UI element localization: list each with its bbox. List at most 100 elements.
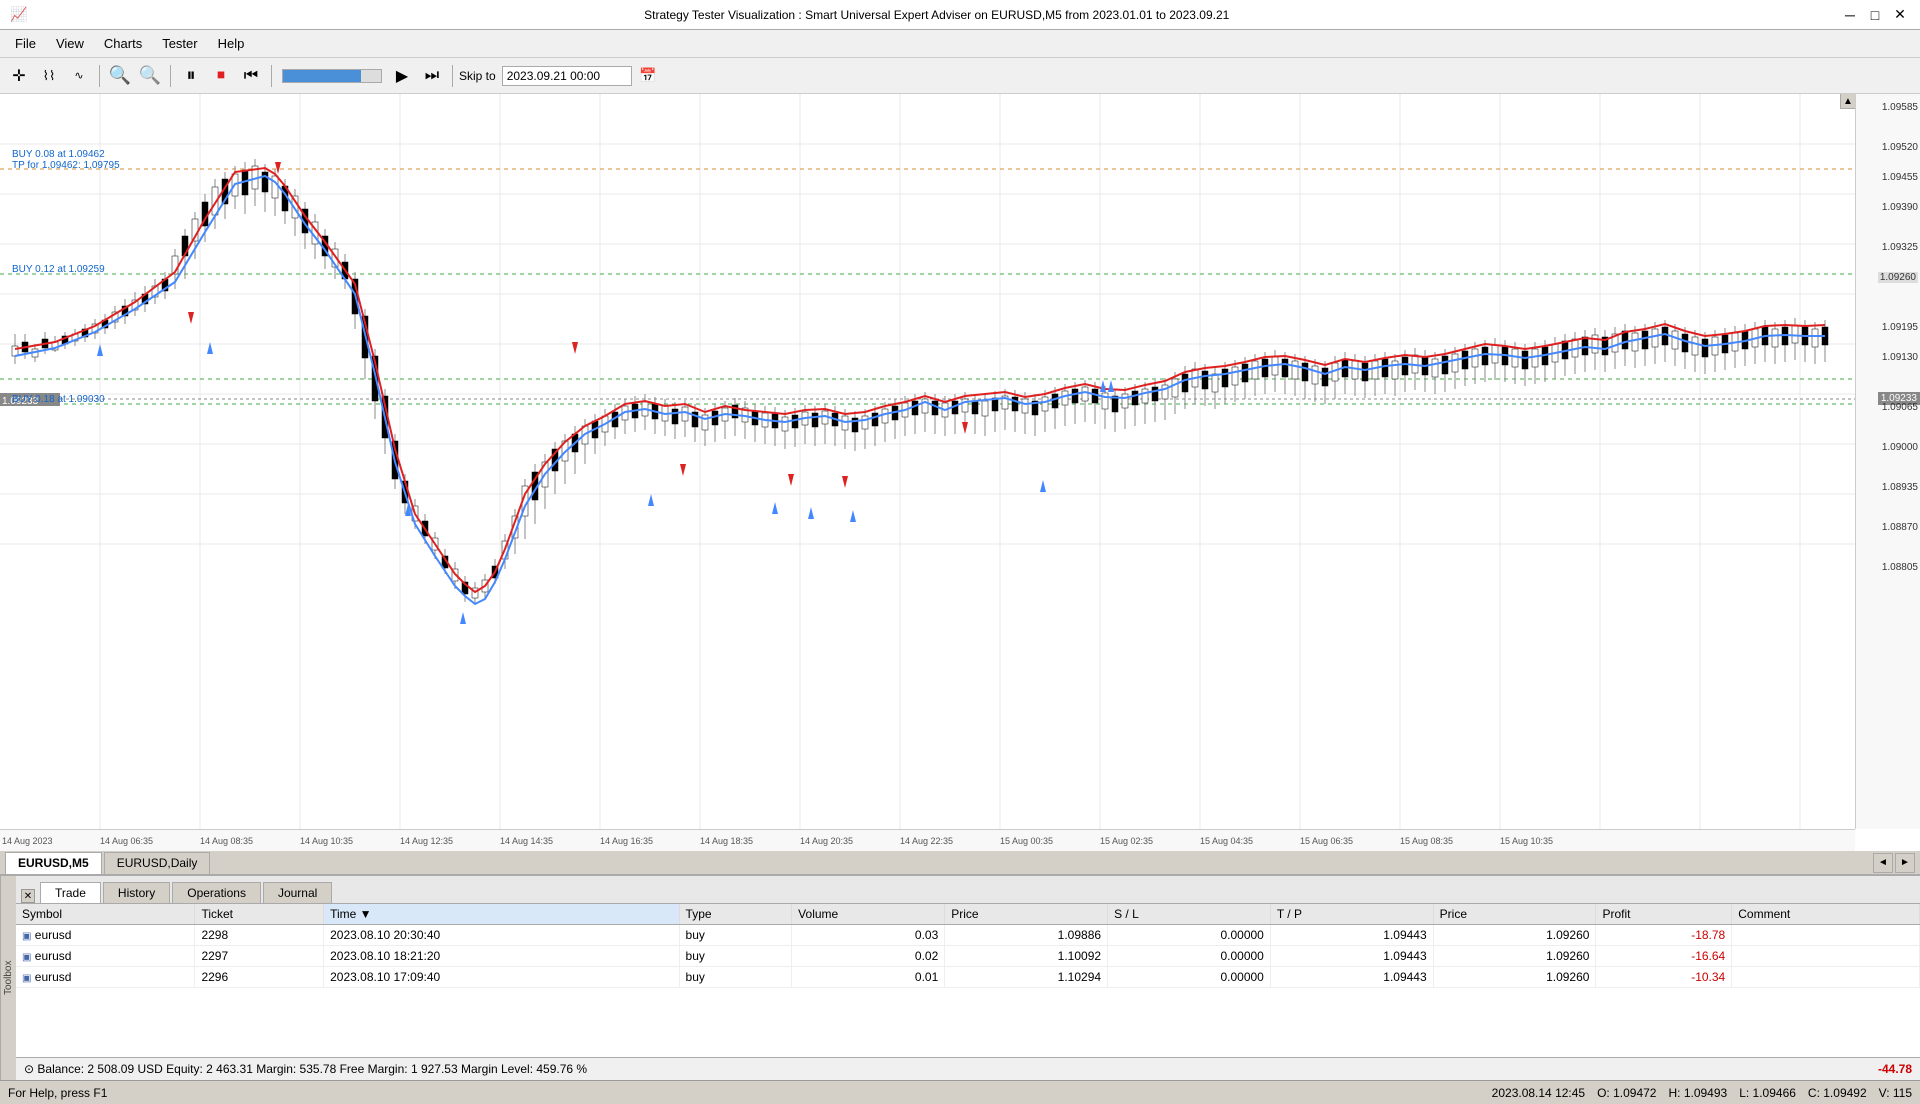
menu-charts[interactable]: Charts <box>94 32 152 55</box>
tab-journal[interactable]: Journal <box>263 882 332 903</box>
panel-close-button[interactable]: ✕ <box>21 889 35 903</box>
chart-tab-next[interactable]: ► <box>1895 853 1915 873</box>
cell-ticket: 2298 <box>195 925 324 946</box>
price-label: 1.09455 <box>1882 172 1918 183</box>
time-label: 14 Aug 18:35 <box>700 836 753 846</box>
time-label: 15 Aug 08:35 <box>1400 836 1453 846</box>
col-comment[interactable]: Comment <box>1732 904 1920 925</box>
col-price[interactable]: Price <box>945 904 1108 925</box>
cell-time: 2023.08.10 17:09:40 <box>324 967 679 988</box>
buy-label-1: BUY 0.08 at 1.09462 <box>12 149 105 160</box>
cell-sl: 0.00000 <box>1108 925 1271 946</box>
time-label: 14 Aug 14:35 <box>500 836 553 846</box>
menu-view[interactable]: View <box>46 32 94 55</box>
trades-table: Symbol Ticket Time ▼ Type Volume Price S… <box>16 904 1920 988</box>
toolbox-side-label[interactable]: Toolbox <box>0 876 16 1080</box>
tab-operations[interactable]: Operations <box>172 882 261 903</box>
tab-eurusd-m5[interactable]: EURUSD,M5 <box>5 852 102 874</box>
status-low: L: 1.09466 <box>1739 1086 1796 1100</box>
price-label: 1.09065 <box>1882 402 1918 413</box>
balance-profit: -44.78 <box>1878 1062 1912 1076</box>
balance-text: ⊙ Balance: 2 508.09 USD Equity: 2 463.31… <box>24 1062 587 1076</box>
cell-profit: -18.78 <box>1596 925 1732 946</box>
cell-time: 2023.08.10 20:30:40 <box>324 925 679 946</box>
row-icon: ▣ <box>22 973 31 984</box>
price-label: 1.09000 <box>1882 442 1918 453</box>
chart-tab-prev[interactable]: ◄ <box>1873 853 1893 873</box>
separator-1 <box>99 65 100 87</box>
col-ticket[interactable]: Ticket <box>195 904 324 925</box>
indicators-button[interactable]: ⌇⌇ <box>35 62 63 90</box>
col-profit[interactable]: Profit <box>1596 904 1732 925</box>
balance-row: ⊙ Balance: 2 508.09 USD Equity: 2 463.31… <box>16 1057 1920 1080</box>
col-tp[interactable]: T / P <box>1270 904 1433 925</box>
separator-4 <box>452 65 453 87</box>
skip-to-label: Skip to <box>459 69 496 83</box>
status-help-text: For Help, press F1 <box>8 1086 1492 1100</box>
table-row: ▣ eurusd 2296 2023.08.10 17:09:40 buy 0.… <box>16 967 1920 988</box>
calendar-button[interactable]: 📅 <box>634 62 662 90</box>
col-volume[interactable]: Volume <box>792 904 945 925</box>
stop-button[interactable]: ⏹ <box>207 62 235 90</box>
price-label: 1.09520 <box>1882 142 1918 153</box>
main-layout: 1.09233 BUY 0.08 at 1.09462 TP for 1.094… <box>0 94 1920 1080</box>
back-button[interactable]: ⏮ <box>237 62 265 90</box>
separator-2 <box>170 65 171 87</box>
time-label: 15 Aug 00:35 <box>1000 836 1053 846</box>
time-label: 14 Aug 06:35 <box>100 836 153 846</box>
menu-tester[interactable]: Tester <box>152 32 207 55</box>
time-label: 15 Aug 02:35 <box>1100 836 1153 846</box>
bottom-panel: Toolbox ✕ Trade History Operations Journ… <box>0 875 1920 1080</box>
cell-comment <box>1732 946 1920 967</box>
time-label: 14 Aug 08:35 <box>200 836 253 846</box>
price-label: 1.08870 <box>1882 522 1918 533</box>
time-label: 15 Aug 06:35 <box>1300 836 1353 846</box>
cell-type: buy <box>679 946 792 967</box>
maximize-button[interactable]: □ <box>1865 5 1885 25</box>
menu-bar: File View Charts Tester Help <box>0 30 1920 58</box>
tab-trade[interactable]: Trade <box>40 882 101 903</box>
pause-button[interactable]: ⏸ <box>177 62 205 90</box>
col-time[interactable]: Time ▼ <box>324 904 679 925</box>
menu-file[interactable]: File <box>5 32 46 55</box>
progress-bar <box>282 69 382 83</box>
cell-tp: 1.09443 <box>1270 967 1433 988</box>
time-label: 14 Aug 10:35 <box>300 836 353 846</box>
fast-forward-button[interactable]: ⏭ <box>418 62 446 90</box>
row-icon: ▣ <box>22 952 31 963</box>
zoom-in-button[interactable]: 🔍 <box>106 62 134 90</box>
cell-price: 1.09886 <box>945 925 1108 946</box>
tab-eurusd-daily[interactable]: EURUSD,Daily <box>104 852 211 874</box>
chart-scroll-up[interactable]: ▲ <box>1840 94 1855 109</box>
price-label: 1.09585 <box>1882 102 1918 113</box>
cell-close-price: 1.09260 <box>1433 946 1596 967</box>
time-label: 14 Aug 16:35 <box>600 836 653 846</box>
cell-volume: 0.01 <box>792 967 945 988</box>
price-label: 1.09325 <box>1882 242 1918 253</box>
period-separator-button[interactable]: ∿ <box>65 62 93 90</box>
chart-svg: 1.09233 BUY 0.08 at 1.09462 TP for 1.094… <box>0 94 1855 829</box>
chart-area[interactable]: 1.09233 BUY 0.08 at 1.09462 TP for 1.094… <box>0 94 1920 851</box>
menu-help[interactable]: Help <box>208 32 255 55</box>
time-axis: 14 Aug 2023 14 Aug 06:35 14 Aug 08:35 14… <box>0 829 1855 851</box>
col-type[interactable]: Type <box>679 904 792 925</box>
col-close-price[interactable]: Price <box>1433 904 1596 925</box>
col-symbol[interactable]: Symbol <box>16 904 195 925</box>
status-close: C: 1.09492 <box>1808 1086 1867 1100</box>
forward-button[interactable]: ▶ <box>388 62 416 90</box>
datetime-input[interactable] <box>502 66 632 86</box>
col-sl[interactable]: S / L <box>1108 904 1271 925</box>
close-button[interactable]: ✕ <box>1890 5 1910 25</box>
price-label: 1.08805 <box>1882 562 1918 573</box>
trade-table[interactable]: Symbol Ticket Time ▼ Type Volume Price S… <box>16 904 1920 1057</box>
crosshair-button[interactable]: ✛ <box>5 62 33 90</box>
cell-sl: 0.00000 <box>1108 967 1271 988</box>
tab-history[interactable]: History <box>103 882 170 903</box>
window-title: Strategy Tester Visualization : Smart Un… <box>33 8 1840 22</box>
zoom-out-button[interactable]: 🔍 <box>136 62 164 90</box>
cell-ticket: 2297 <box>195 946 324 967</box>
time-label: 15 Aug 04:35 <box>1200 836 1253 846</box>
minimize-button[interactable]: ─ <box>1840 5 1860 25</box>
price-label: 1.09195 <box>1882 322 1918 333</box>
cell-symbol: ▣ eurusd <box>16 925 195 946</box>
